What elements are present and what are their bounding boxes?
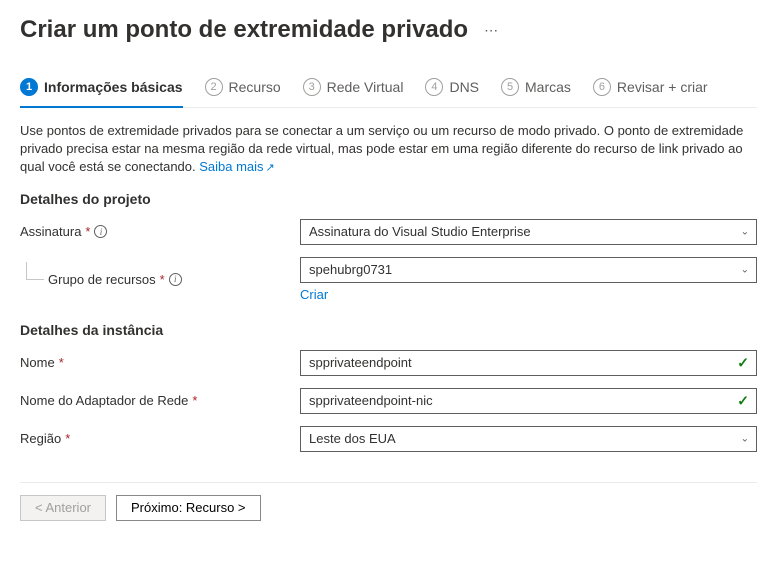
tab-number: 5	[501, 78, 519, 96]
tab-label: DNS	[449, 79, 479, 95]
tab-label: Revisar + criar	[617, 79, 708, 95]
tab-number: 2	[205, 78, 223, 96]
resource-group-label: Grupo de recursos	[48, 272, 156, 287]
external-link-icon: ↗	[266, 161, 275, 176]
indent-bracket-icon	[26, 262, 44, 280]
tab-number: 6	[593, 78, 611, 96]
tab-resource[interactable]: 2 Recurso	[205, 72, 281, 108]
info-icon[interactable]: i	[169, 273, 182, 286]
required-indicator: *	[160, 272, 165, 287]
learn-more-link[interactable]: Saiba mais↗	[199, 159, 275, 174]
tab-label: Rede Virtual	[327, 79, 404, 95]
page-title: Criar um ponto de extremidade privado	[20, 16, 468, 44]
required-indicator: *	[65, 431, 70, 446]
subscription-label: Assinatura	[20, 224, 81, 239]
more-actions-icon[interactable]: ⋯	[484, 22, 499, 39]
next-button[interactable]: Próximo: Recurso >	[116, 495, 261, 521]
tab-dns[interactable]: 4 DNS	[425, 72, 479, 108]
wizard-tabs: 1 Informações básicas 2 Recurso 3 Rede V…	[20, 72, 757, 108]
info-icon[interactable]: i	[94, 225, 107, 238]
required-indicator: *	[85, 224, 90, 239]
wizard-footer: < Anterior Próximo: Recurso >	[20, 482, 757, 533]
tab-number: 3	[303, 78, 321, 96]
tab-tags[interactable]: 5 Marcas	[501, 72, 571, 108]
previous-button: < Anterior	[20, 495, 106, 521]
required-indicator: *	[59, 355, 64, 370]
instance-details-heading: Detalhes da instância	[20, 322, 757, 338]
tab-label: Informações básicas	[44, 79, 183, 95]
nic-name-label: Nome do Adaptador de Rede	[20, 393, 188, 408]
intro-text: Use pontos de extremidade privados para …	[20, 122, 757, 177]
region-select[interactable]: ⌄	[300, 426, 757, 452]
tab-review-create[interactable]: 6 Revisar + criar	[593, 72, 708, 108]
resource-group-value[interactable]	[300, 257, 757, 283]
tab-number: 4	[425, 78, 443, 96]
project-details-heading: Detalhes do projeto	[20, 191, 757, 207]
resource-group-select[interactable]: ⌄	[300, 257, 757, 283]
tab-number: 1	[20, 78, 38, 96]
subscription-value[interactable]	[300, 219, 757, 245]
region-label: Região	[20, 431, 61, 446]
tab-label: Marcas	[525, 79, 571, 95]
nic-name-input[interactable]	[300, 388, 757, 414]
subscription-select[interactable]: ⌄	[300, 219, 757, 245]
region-value[interactable]	[300, 426, 757, 452]
name-label: Nome	[20, 355, 55, 370]
create-new-link[interactable]: Criar	[300, 287, 328, 302]
required-indicator: *	[192, 393, 197, 408]
tab-virtual-network[interactable]: 3 Rede Virtual	[303, 72, 404, 108]
tab-basics[interactable]: 1 Informações básicas	[20, 72, 183, 108]
name-input[interactable]	[300, 350, 757, 376]
tab-label: Recurso	[229, 79, 281, 95]
